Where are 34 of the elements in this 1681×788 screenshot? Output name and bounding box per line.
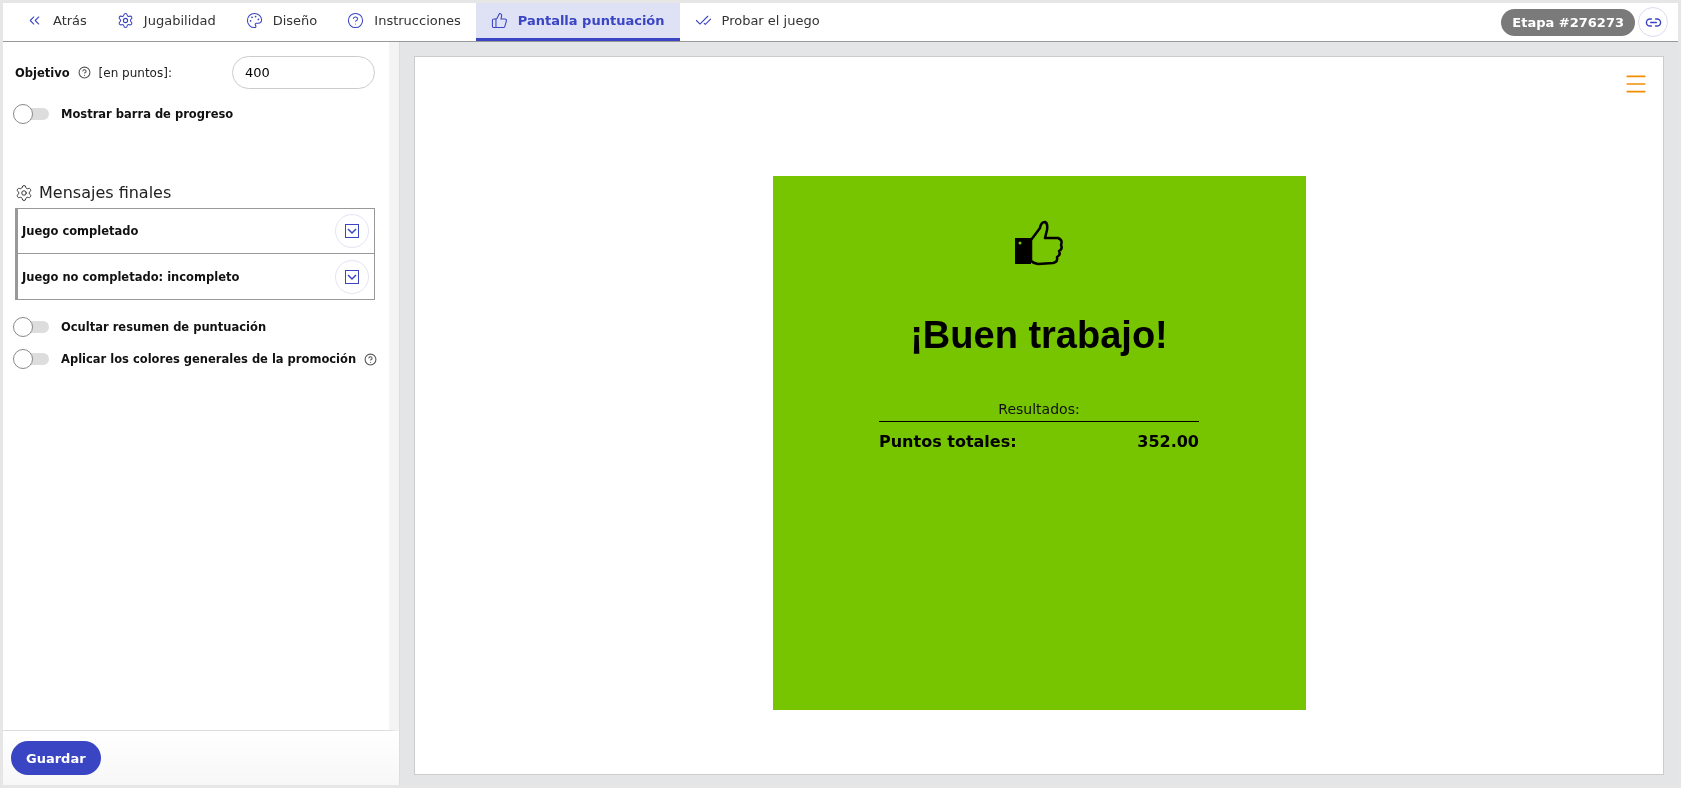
tab[interactable]: Instrucciones [332, 3, 476, 41]
palette-icon [245, 12, 263, 29]
chevron-down-icon [345, 269, 359, 284]
section-title: Mensajes finales [39, 183, 172, 202]
tab[interactable]: Diseño [230, 3, 333, 41]
toggle-label: Mostrar barra de progreso [61, 107, 234, 121]
expand-button[interactable] [335, 259, 369, 294]
stage-badge: Etapa #276273 [1501, 8, 1635, 36]
unit-label: [en puntos]: [98, 65, 172, 80]
help-icon[interactable] [77, 66, 91, 79]
toggle-label: Ocultar resumen de puntuación [61, 320, 267, 334]
thumbs-up-icon [490, 12, 508, 29]
link-button[interactable] [1638, 7, 1668, 37]
thumbs-up-icon [1014, 220, 1064, 266]
toggle-label: Aplicar los colores generales de la promoción [61, 352, 357, 366]
total-label: Puntos totales: [879, 432, 1017, 451]
gear-icon [116, 12, 134, 29]
help-icon [347, 12, 365, 29]
tab[interactable]: Pantalla puntuación [475, 3, 680, 41]
goal-input[interactable]: 400 [232, 56, 375, 89]
help-icon[interactable] [364, 352, 378, 366]
save-button[interactable]: Guardar [11, 741, 101, 775]
results-label: Resultados: [998, 401, 1080, 419]
goal-label: Objetivo [15, 65, 70, 80]
total-value: 352.00 [1137, 432, 1199, 451]
gear-icon [15, 183, 33, 202]
message-title: Juego no completado: incompleto [22, 269, 240, 284]
tab[interactable]: Atrás [11, 3, 102, 41]
expand-button[interactable] [335, 214, 369, 248]
result-title: ¡Buen trabajo! [910, 314, 1168, 357]
message-title: Juego completado [22, 224, 139, 238]
chevron-down-icon [345, 224, 359, 238]
tab[interactable]: Jugabilidad [101, 3, 231, 41]
tab[interactable]: Probar el juego [679, 3, 835, 41]
